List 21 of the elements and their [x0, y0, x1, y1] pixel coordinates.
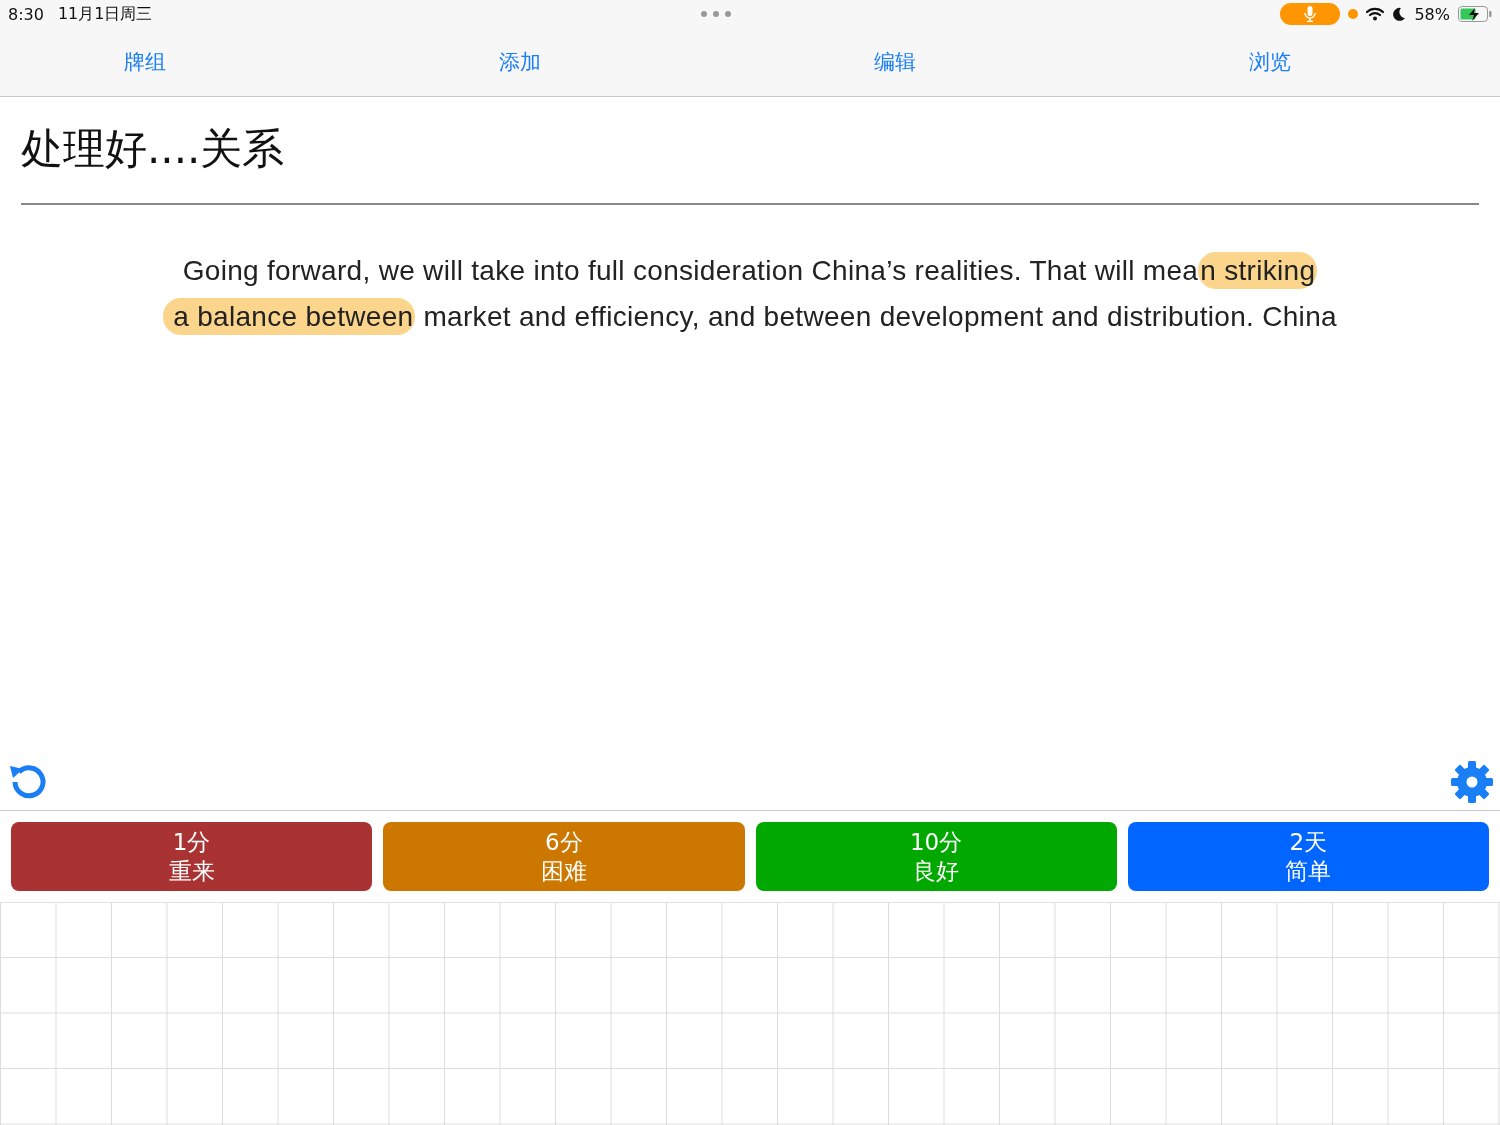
card-question: 处理好....关系 [21, 123, 286, 175]
wifi-icon [1366, 7, 1385, 21]
battery-percent: 58% [1414, 4, 1450, 24]
nav-tab[interactable]: 浏览 [1248, 48, 1291, 76]
answer-button[interactable]: 6分 困难 [383, 822, 745, 891]
battery-icon [1458, 6, 1492, 22]
nav-tab[interactable]: 牌组 [123, 48, 166, 76]
dot-icon [1348, 9, 1359, 19]
more-dots-icon[interactable] [700, 10, 733, 18]
answer-button[interactable]: 1分 重来 [11, 822, 373, 891]
status-time: 8:30 [8, 4, 44, 24]
settings-icon[interactable] [1450, 760, 1494, 804]
nav-tab[interactable]: 添加 [498, 48, 541, 76]
passage-line: a balance between market and efficiency, and between development and distribution. China [163, 301, 1337, 333]
passage-line: Going forward, we will take into full consideration China’s realities. That will mean striking [182, 255, 1318, 287]
answer-button[interactable]: 10分 良好 [755, 822, 1117, 891]
status-date: 11月1日周三 [57, 3, 153, 25]
nav-tab[interactable]: 编辑 [873, 48, 916, 76]
microphone-icon [1304, 6, 1317, 22]
answer-button[interactable]: 2天 简单 [1127, 822, 1489, 891]
moon-icon [1392, 7, 1407, 21]
